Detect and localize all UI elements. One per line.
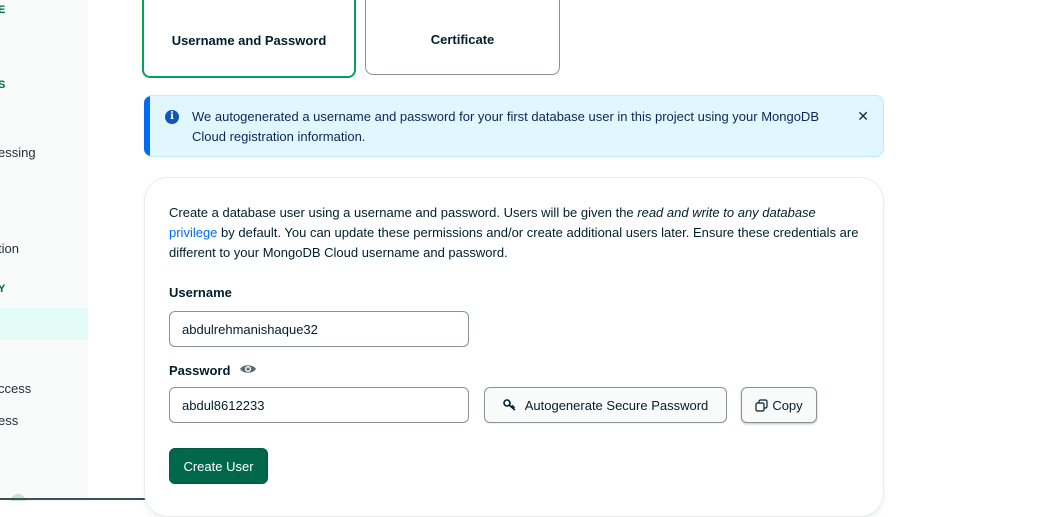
sidebar-item-data-processing[interactable]: essing	[0, 145, 36, 160]
description: Create a database user using a username …	[169, 203, 869, 263]
autogenerate-password-button[interactable]: Autogenerate Secure Password	[484, 387, 727, 423]
auth-method-label: Certificate	[430, 31, 495, 47]
create-user-button[interactable]: Create User	[169, 448, 268, 484]
username-label: Username	[169, 285, 232, 300]
close-icon[interactable]: ✕	[857, 108, 869, 125]
copy-icon	[755, 398, 768, 412]
privilege-link[interactable]: privilege	[169, 225, 217, 240]
auth-method-username-password[interactable]: Username and Password	[142, 0, 356, 78]
description-text: by default. You can update these permiss…	[169, 225, 859, 260]
auth-method-label: Username and Password	[171, 33, 327, 48]
banner-text: We autogenerated a username and password…	[192, 109, 819, 144]
banner-accent-bar	[144, 96, 150, 156]
eye-icon[interactable]	[239, 363, 257, 375]
sidebar-heading-partial: E	[0, 4, 6, 16]
sidebar-item-network-access[interactable]: ess	[0, 413, 18, 428]
create-user-card: Create a database user using a username …	[144, 177, 884, 517]
sidebar: E S essing tion Y ccess ess	[0, 0, 88, 501]
password-label: Password	[169, 363, 231, 378]
description-text: Create a database user using a username …	[169, 205, 638, 220]
sidebar-item-database-access[interactable]: ccess	[0, 381, 31, 396]
copy-label: Copy	[772, 397, 803, 413]
sidebar-item-active-highlight[interactable]	[0, 308, 88, 340]
sidebar-item-partial[interactable]: S	[0, 79, 6, 91]
key-icon	[502, 399, 516, 411]
sidebar-heading-security: Y	[0, 283, 6, 295]
autogenerate-label: Autogenerate Secure Password	[524, 397, 709, 413]
username-input[interactable]	[169, 311, 469, 347]
info-icon: i	[165, 110, 179, 124]
auth-method-certificate[interactable]: Certificate	[365, 0, 560, 75]
description-emphasis: read and write to any database	[637, 205, 816, 220]
create-user-label: Create User	[183, 458, 254, 474]
copy-button[interactable]: Copy	[741, 387, 817, 423]
password-input[interactable]	[169, 387, 469, 423]
sidebar-item-integration[interactable]: tion	[0, 241, 19, 256]
info-banner: i We autogenerated a username and passwo…	[144, 95, 884, 157]
